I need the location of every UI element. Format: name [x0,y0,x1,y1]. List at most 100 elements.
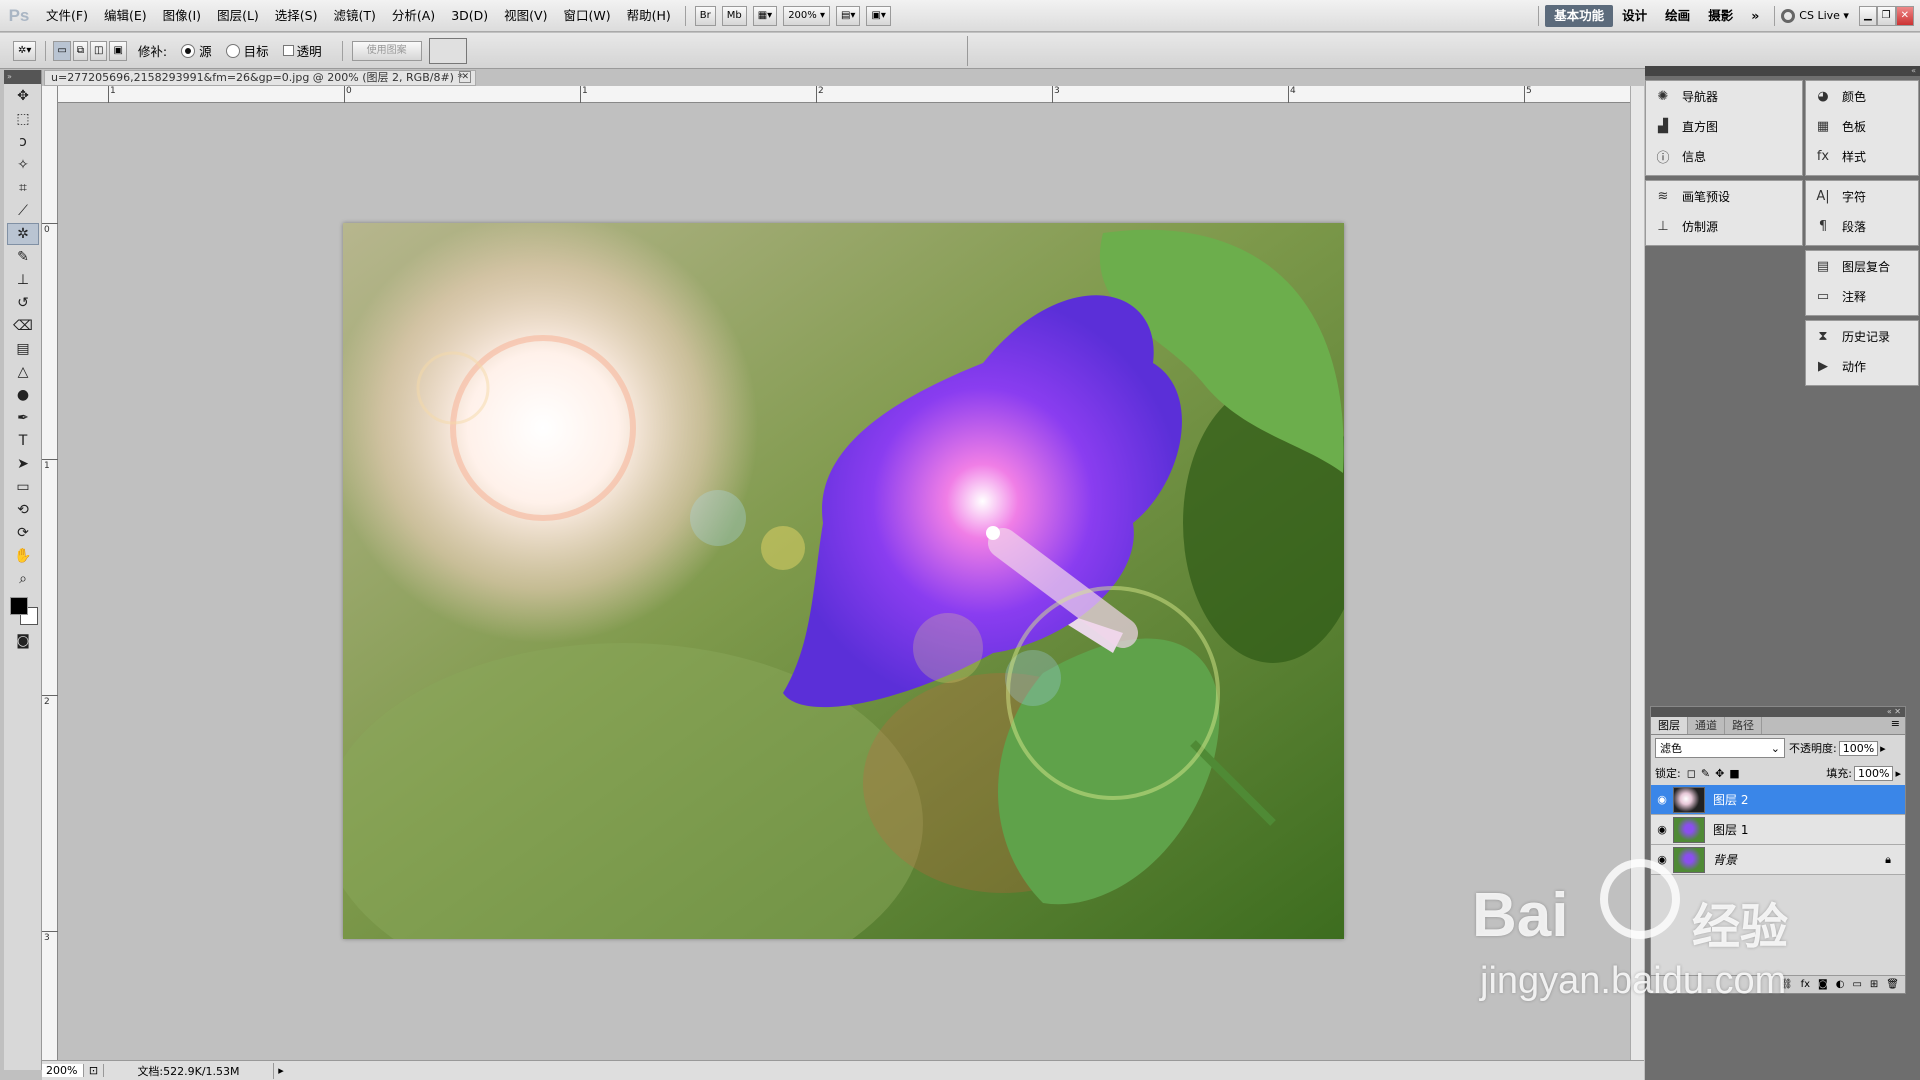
source-radio[interactable]: 源 [181,41,212,60]
hand-tool-icon[interactable]: ✋ [7,545,39,567]
panel-styles[interactable]: fx 样式 [1806,141,1918,171]
visibility-eye-icon[interactable]: ◉ [1651,793,1673,806]
quick-selection-tool-icon[interactable]: ✧ [7,154,39,176]
blur-tool-icon[interactable]: △ [7,361,39,383]
document-image[interactable] [343,223,1344,939]
lock-paint-icon[interactable]: ✎ [1701,767,1710,780]
foreground-color-swatch[interactable] [10,597,28,615]
zoom-tool-icon[interactable]: ⌕ [7,568,39,590]
menu-filter[interactable]: 滤镜(T) [325,0,383,32]
tab-layers[interactable]: 图层 [1651,717,1688,734]
visibility-eye-icon[interactable]: ◉ [1651,823,1673,836]
status-zoom-field[interactable]: 200% [42,1064,84,1077]
panel-character[interactable]: A| 字符 [1806,181,1918,211]
panel-menu-icon[interactable]: ≡ [1886,717,1905,734]
pen-tool-icon[interactable]: ✒ [7,407,39,429]
3d-rotate-tool-icon[interactable]: ⟲ [7,499,39,521]
fill-field[interactable]: 100% [1854,765,1894,781]
panel-clone-source[interactable]: ⊥ 仿制源 [1646,211,1802,241]
collapse-icon[interactable]: » [4,70,41,84]
layers-panel-header-icon[interactable]: « ✕ [1651,707,1905,717]
panel-swatches[interactable]: ▦ 色板 [1806,111,1918,141]
status-info-icon[interactable]: ⊡ [84,1064,104,1077]
panel-paragraph[interactable]: ¶ 段落 [1806,211,1918,241]
panel-brush-presets[interactable]: ≋ 画笔预设 [1646,181,1802,211]
screen-mode-icon[interactable]: ▣▾ [866,5,891,26]
layer-row-layer-1[interactable]: ◉ 图层 1 [1651,815,1905,845]
menu-image[interactable]: 图像(I) [155,0,209,32]
layer-row-layer-2[interactable]: ◉ 图层 2 [1651,785,1905,815]
3d-orbit-tool-icon[interactable]: ⟳ [7,522,39,544]
target-radio[interactable]: 目标 [225,41,269,60]
path-selection-tool-icon[interactable]: ➤ [7,453,39,475]
clone-stamp-tool-icon[interactable]: ⊥ [7,269,39,291]
more-workspaces-button[interactable]: » [1742,5,1768,27]
menu-window[interactable]: 窗口(W) [555,0,618,32]
workspace-painting[interactable]: 绘画 [1656,5,1699,27]
lock-transparency-icon[interactable]: ◻ [1687,767,1696,780]
menu-layer[interactable]: 图层(L) [209,0,267,32]
patch-tool-icon[interactable]: ✲ [7,223,39,245]
shape-tool-icon[interactable]: ▭ [7,476,39,498]
close-document-icon[interactable]: ✕ [459,71,471,83]
document-tab[interactable]: u=277205696,2158293991&fm=26&gp=0.jpg @ … [44,70,476,86]
move-tool-icon[interactable]: ✥ [7,85,39,107]
intersect-selection-icon[interactable]: ▣ [109,40,127,61]
tab-paths[interactable]: 路径 [1725,717,1762,734]
pattern-picker[interactable] [428,37,467,64]
opacity-field[interactable]: 100% [1838,740,1879,756]
restore-icon[interactable]: ❐ [1876,5,1896,26]
menu-analysis[interactable]: 分析(A) [384,0,443,32]
menu-edit[interactable]: 编辑(E) [96,0,155,32]
panel-histogram[interactable]: ▟ 直方图 [1646,111,1802,141]
panel-navigator[interactable]: ✺ 导航器 [1646,81,1802,111]
history-brush-tool-icon[interactable]: ↺ [7,292,39,314]
type-tool-icon[interactable]: T [7,430,39,452]
panel-color[interactable]: ◕ 颜色 [1806,81,1918,111]
eraser-tool-icon[interactable]: ⌫ [7,315,39,337]
close-icon[interactable]: ✕ [1895,5,1914,26]
color-swatches[interactable] [4,591,41,629]
transparent-checkbox[interactable]: 透明 [282,41,322,60]
workspace-essentials[interactable]: 基本功能 [1545,4,1614,27]
marquee-tool-icon[interactable]: ⬚ [7,108,39,130]
menu-help[interactable]: 帮助(H) [619,0,679,32]
arrange-documents-icon[interactable]: ▤▾ [835,5,861,26]
menu-select[interactable]: 选择(S) [267,0,326,32]
new-selection-icon[interactable]: ▭ [53,40,71,61]
add-selection-icon[interactable]: ⧉ [72,40,88,61]
quick-mask-icon[interactable]: ◙ [7,630,39,652]
menu-file[interactable]: 文件(F) [38,0,96,32]
gradient-tool-icon[interactable]: ▤ [7,338,39,360]
lock-move-icon[interactable]: ✥ [1715,767,1724,780]
subtract-selection-icon[interactable]: ◫ [90,40,108,61]
cs-live-button[interactable]: CS Live ▾ [1781,8,1849,23]
opacity-arrow-icon[interactable]: ▸ [1880,742,1886,755]
tab-channels[interactable]: 通道 [1688,717,1725,734]
panel-info[interactable]: ⓘ 信息 [1646,141,1802,171]
eyedropper-tool-icon[interactable]: ⟋ [7,200,39,222]
workspace-design[interactable]: 设计 [1613,5,1656,27]
menu-view[interactable]: 视图(V) [496,0,555,32]
tool-preset-picker[interactable]: ✲▾ [13,40,37,61]
dock-collapse-icon[interactable]: « [1645,66,1920,76]
mini-bridge-button[interactable]: Mb [721,5,747,26]
fill-arrow-icon[interactable]: ▸ [1895,767,1901,780]
minimize-icon[interactable]: ▁ [1858,5,1877,26]
dodge-tool-icon[interactable]: ● [7,384,39,406]
view-extras-icon[interactable]: ▦▾ [752,5,778,26]
use-pattern-button[interactable]: 使用图案 [351,40,422,61]
blend-mode-select[interactable]: 滤色 ⌄ [1655,738,1785,758]
crop-tool-icon[interactable]: ⌗ [7,177,39,199]
panel-actions[interactable]: ▶ 动作 [1806,351,1918,381]
zoom-level-select[interactable]: 200% ▾ [783,5,830,26]
status-menu-arrow-icon[interactable]: ▸ [274,1064,288,1077]
bridge-button[interactable]: Br [694,5,716,26]
brush-tool-icon[interactable]: ✎ [7,246,39,268]
lock-all-icon[interactable]: ■ [1729,767,1739,780]
menu-3d[interactable]: 3D(D) [443,0,496,32]
workspace-photography[interactable]: 摄影 [1699,5,1742,27]
panel-layer-comps[interactable]: ▤ 图层复合 [1806,251,1918,281]
panel-notes[interactable]: ▭ 注释 [1806,281,1918,311]
lasso-tool-icon[interactable]: ↄ [7,131,39,153]
